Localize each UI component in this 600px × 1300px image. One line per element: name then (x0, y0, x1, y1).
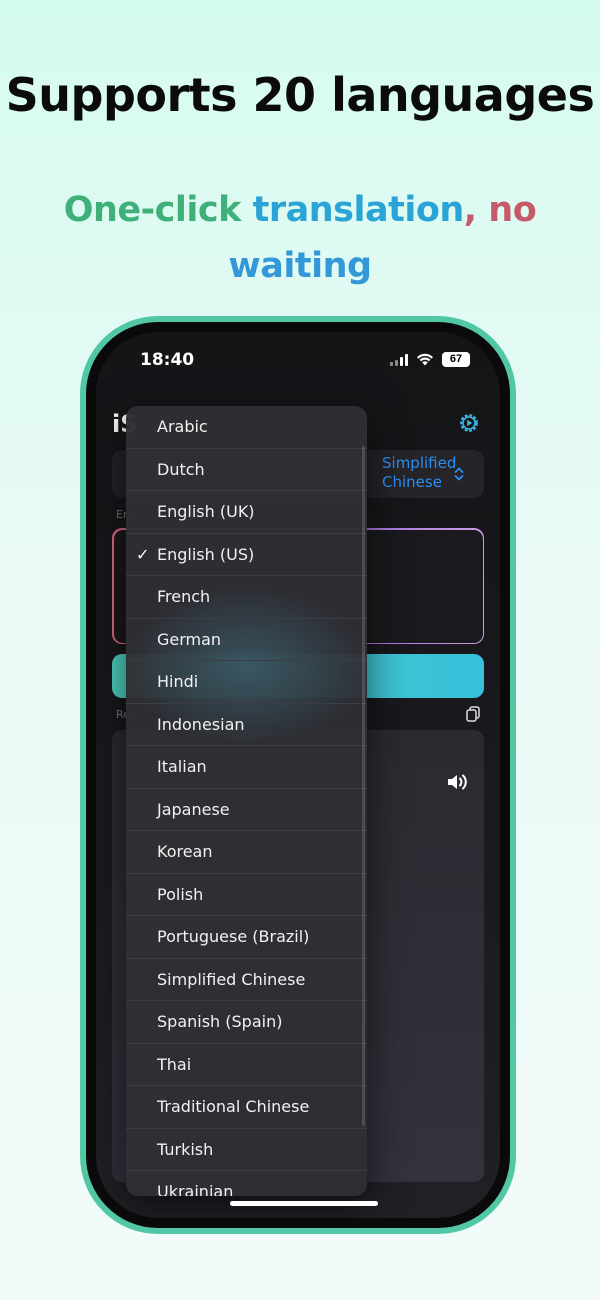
language-option[interactable]: Italian (126, 746, 367, 789)
status-time: 18:40 (140, 350, 195, 370)
language-option[interactable]: English (UK) (126, 491, 367, 534)
language-dropdown-menu: Arabic Dutch English (UK) ✓ English (US) Fren… (126, 406, 367, 1196)
language-option[interactable]: Indonesian (126, 704, 367, 746)
language-option[interactable]: Hindi (126, 661, 367, 704)
subheadline-part-3: , no (463, 190, 537, 230)
language-option[interactable]: French (126, 576, 367, 619)
language-option-label: Turkish (157, 1139, 214, 1159)
language-option-label: English (UK) (157, 502, 255, 521)
language-option-label: Thai (157, 1054, 192, 1074)
headline: Supports 20 languages (5, 68, 595, 122)
language-option[interactable]: Japanese (126, 789, 367, 831)
language-list: Arabic Dutch English (UK) ✓ English (US) Fren… (126, 406, 367, 1196)
language-option-label: Dutch (157, 459, 205, 479)
language-option[interactable]: ✓ English (US) (126, 534, 367, 576)
language-option-label: Arabic (157, 417, 208, 436)
language-option[interactable]: Traditional Chinese (126, 1086, 367, 1129)
language-option[interactable]: Dutch (126, 449, 367, 491)
subheadline: One-click translation, no waiting (60, 182, 540, 294)
phone-screen: 18:40 67 iS Simplified Chinese En Re Ara… (96, 332, 500, 1218)
copy-icon[interactable] (466, 706, 480, 722)
speaker-icon[interactable] (446, 772, 470, 792)
language-option-label: French (157, 587, 211, 606)
language-option[interactable]: Spanish (Spain) (126, 1001, 367, 1044)
language-option-label: German (157, 629, 222, 649)
language-option-label: Simplified Chinese (157, 969, 306, 989)
language-option[interactable]: Ukrainian (126, 1171, 367, 1196)
language-option-label: Italian (157, 757, 207, 776)
subheadline-part-2: translation (252, 190, 465, 230)
language-option-label: English (US) (157, 544, 255, 564)
language-option[interactable]: Korean (126, 831, 367, 874)
language-option[interactable]: Arabic (126, 406, 367, 449)
subheadline-part-4: waiting (228, 246, 372, 286)
checkmark-icon: ✓ (136, 544, 150, 564)
language-option-label: Korean (157, 842, 213, 861)
wifi-icon (417, 353, 433, 366)
subheadline-part-1: One-click (63, 190, 253, 230)
language-option-label: Portuguese (Brazil) (157, 927, 310, 946)
language-option-label: Spanish (Spain) (157, 1012, 283, 1031)
language-option-label: Ukrainian (157, 1182, 234, 1196)
language-option[interactable]: Simplified Chinese (126, 959, 367, 1001)
language-option[interactable]: Thai (126, 1044, 367, 1086)
language-option-label: Traditional Chinese (157, 1097, 310, 1116)
battery-icon: 67 (442, 352, 470, 367)
language-option-label: Polish (157, 884, 204, 904)
language-option-label: Hindi (157, 672, 199, 691)
language-option[interactable]: Turkish (126, 1129, 367, 1171)
language-option[interactable]: German (126, 619, 367, 661)
status-icons: 67 (390, 352, 470, 367)
chevron-updown-icon[interactable] (454, 466, 464, 482)
cellular-signal-icon (390, 353, 408, 366)
language-option[interactable]: Portuguese (Brazil) (126, 916, 367, 959)
settings-gear-icon[interactable] (458, 412, 480, 434)
phone-frame: 18:40 67 iS Simplified Chinese En Re Ara… (80, 316, 516, 1234)
language-option-label: Japanese (157, 799, 230, 819)
phone-bezel: 18:40 67 iS Simplified Chinese En Re Ara… (86, 322, 510, 1228)
language-option[interactable]: Polish (126, 874, 367, 916)
menu-scrollbar[interactable] (362, 446, 365, 1126)
home-indicator[interactable] (230, 1201, 378, 1206)
language-option-label: Indonesian (157, 714, 245, 734)
